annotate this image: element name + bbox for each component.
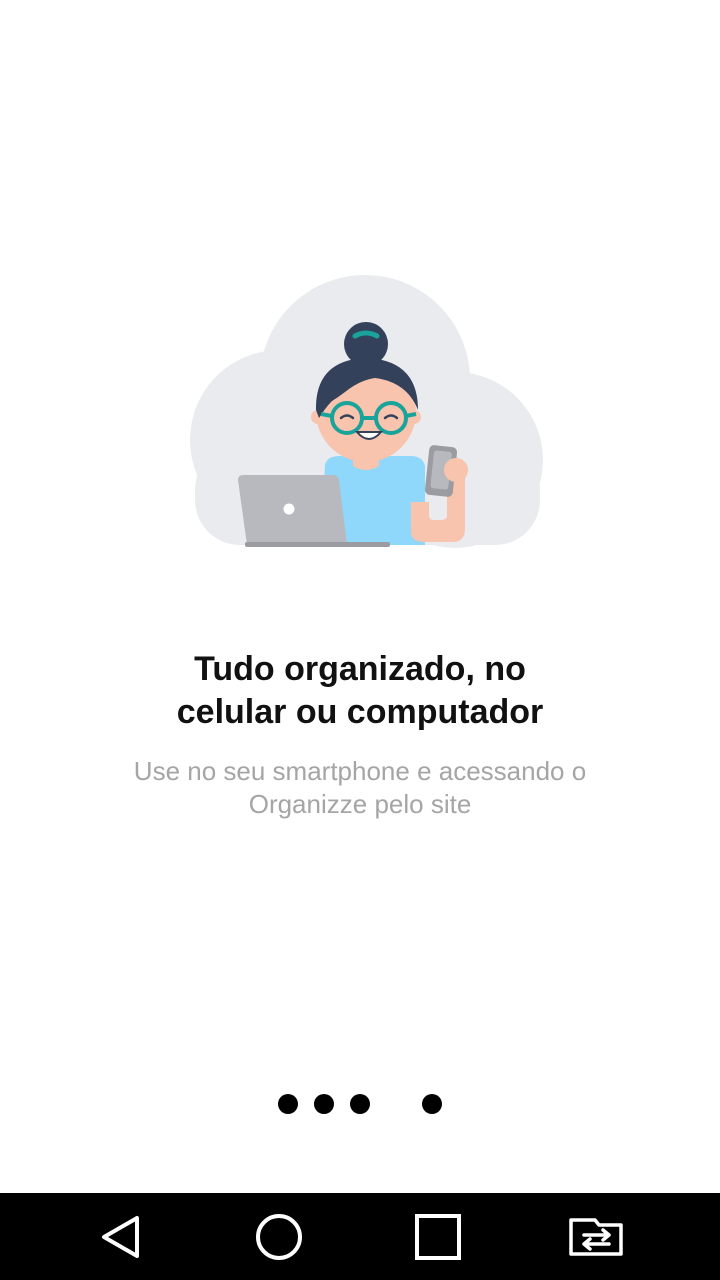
recents-button[interactable] bbox=[378, 1193, 498, 1280]
home-button[interactable] bbox=[219, 1193, 339, 1280]
back-icon bbox=[102, 1215, 139, 1258]
onboarding-illustration bbox=[190, 275, 543, 548]
page-dot-3[interactable] bbox=[350, 1094, 370, 1114]
page-dot-4-current[interactable] bbox=[422, 1094, 442, 1114]
system-navigation-bar bbox=[0, 1193, 720, 1280]
page-indicator bbox=[0, 1094, 720, 1116]
onboarding-screen: Tudo organizado, no celular ou computado… bbox=[0, 0, 720, 1280]
onboarding-subtitle: Use no seu smartphone e acessando o Orga… bbox=[133, 756, 587, 819]
page-dot-1[interactable] bbox=[278, 1094, 298, 1114]
switch-apps-button[interactable] bbox=[537, 1193, 657, 1280]
home-icon bbox=[256, 1213, 302, 1260]
page-dot-2[interactable] bbox=[314, 1094, 334, 1114]
back-button[interactable] bbox=[62, 1193, 182, 1280]
switch-apps-icon bbox=[569, 1217, 623, 1256]
recents-icon bbox=[415, 1213, 461, 1260]
onboarding-title: Tudo organizado, no celular ou computado… bbox=[176, 650, 544, 731]
